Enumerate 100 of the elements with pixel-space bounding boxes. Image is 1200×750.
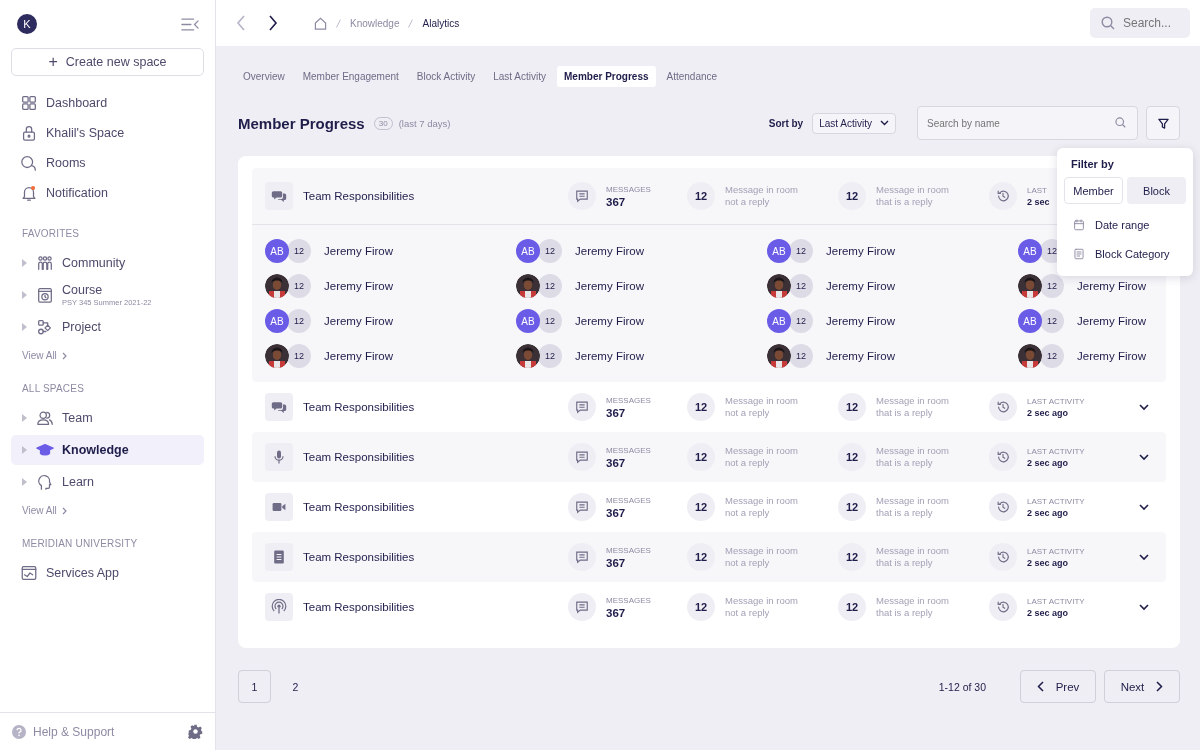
member-count: 12 bbox=[287, 274, 311, 298]
search-icon bbox=[1101, 16, 1115, 30]
space-item[interactable]: Services App bbox=[11, 558, 204, 588]
page-button[interactable]: 1 bbox=[238, 670, 271, 703]
breadcrumb-link[interactable]: Knowledge bbox=[350, 17, 400, 29]
nav-item[interactable]: Rooms bbox=[11, 148, 204, 178]
member-name: Jeremy Firow bbox=[575, 245, 644, 257]
stat-label: MESSAGES bbox=[606, 395, 651, 405]
create-space-button[interactable]: + Create new space bbox=[11, 48, 204, 76]
stat-value: 2 sec bbox=[1027, 196, 1050, 207]
chevron-right-icon bbox=[1156, 681, 1164, 692]
expand-chevron-icon[interactable] bbox=[1139, 603, 1149, 611]
expand-chevron-icon[interactable] bbox=[1139, 553, 1149, 561]
member-name: Jeremy Firow bbox=[826, 315, 895, 327]
microphone-icon bbox=[265, 443, 293, 471]
stat-count: 12 bbox=[838, 493, 866, 521]
stat-description: Message in room not a reply bbox=[725, 594, 798, 620]
member-avatar: AB bbox=[516, 239, 540, 263]
filter-option[interactable]: Date range bbox=[1064, 210, 1186, 239]
view-all-link[interactable]: View All bbox=[11, 505, 67, 516]
tab[interactable]: Attendance bbox=[659, 66, 725, 87]
member-name: Jeremy Firow bbox=[1077, 280, 1146, 292]
filter-toggle[interactable]: Member bbox=[1064, 177, 1123, 204]
member-name: Jeremy Firow bbox=[826, 245, 895, 257]
video-camera-icon bbox=[265, 493, 293, 521]
page-title: Member Progress bbox=[238, 114, 365, 132]
block-row[interactable]: Team Responsibilities MESSAGES 367 12 Message in room not a reply 12 Message in room that is a reply LAST ACTIVITY 2 sec ago bbox=[252, 582, 1166, 632]
sort-dropdown[interactable]: Last Activity bbox=[812, 112, 896, 134]
view-all-link[interactable]: View All bbox=[11, 350, 67, 361]
member-count: 12 bbox=[287, 344, 311, 368]
stat-count: 12 bbox=[838, 443, 866, 471]
prev-button[interactable]: Prev bbox=[1020, 670, 1096, 703]
stat-label: LAST ACTIVITY bbox=[1027, 496, 1085, 506]
section-heading: MERIDIAN UNIVERSITY bbox=[21, 538, 139, 549]
learn-icon bbox=[36, 473, 54, 491]
caret-icon bbox=[880, 120, 889, 126]
member-count: 12 bbox=[1040, 309, 1064, 333]
member-avatar: AB bbox=[767, 239, 791, 263]
expand-chevron-icon[interactable] bbox=[1139, 453, 1149, 461]
space-item[interactable]: Community bbox=[11, 248, 204, 278]
nav-item[interactable]: Khalil's Space bbox=[11, 118, 204, 148]
stat-value: 2 sec ago bbox=[1027, 507, 1070, 518]
page-range: 1-12 of 30 bbox=[938, 680, 986, 693]
nav-item[interactable]: Dashboard bbox=[11, 88, 204, 118]
collapse-menu-icon[interactable] bbox=[181, 16, 199, 32]
filter-button[interactable] bbox=[1146, 106, 1180, 140]
member-name: Jeremy Firow bbox=[324, 245, 393, 257]
services-icon bbox=[20, 564, 38, 582]
expand-chevron-icon[interactable] bbox=[1139, 503, 1149, 511]
member-count: 12 bbox=[287, 309, 311, 333]
space-item[interactable]: Learn bbox=[11, 467, 204, 497]
tab[interactable]: Member Engagement bbox=[295, 66, 406, 87]
block-row[interactable]: Team Responsibilities MESSAGES 367 12 Message in room not a reply 12 Message in room that is a reply LAST ACTIVITY 2 sec ago bbox=[252, 432, 1166, 482]
member-count: 12 bbox=[789, 309, 813, 333]
search-field[interactable]: Search... bbox=[1090, 8, 1190, 38]
stat-label: LAST bbox=[1027, 185, 1048, 195]
nav-item[interactable]: Notification bbox=[11, 178, 204, 208]
member-name: Jeremy Firow bbox=[575, 315, 644, 327]
member-count: 12 bbox=[538, 344, 562, 368]
chat-icon bbox=[265, 182, 293, 210]
member-name: Jeremy Firow bbox=[1077, 350, 1146, 362]
space-item[interactable]: Knowledge bbox=[11, 435, 204, 465]
history-icon bbox=[989, 393, 1017, 421]
stat-description: Message in room not a reply bbox=[725, 444, 798, 470]
filter-toggle[interactable]: Block bbox=[1127, 177, 1186, 204]
block-title: Team Responsibilities bbox=[303, 401, 415, 413]
name-search-field[interactable]: Search by name bbox=[917, 106, 1138, 140]
expand-chevron-icon[interactable] bbox=[1139, 403, 1149, 411]
knowledge-icon bbox=[36, 441, 54, 459]
space-item[interactable]: Team bbox=[11, 403, 204, 433]
space-item[interactable]: Project bbox=[11, 312, 204, 342]
lock-icon bbox=[20, 124, 38, 142]
course-icon bbox=[36, 286, 54, 304]
block-row[interactable]: Team Responsibilities MESSAGES 367 12 Message in room not a reply 12 Message in room that is a reply LAST ACTIVITY 2 sec ago bbox=[252, 482, 1166, 532]
stat-value: 2 sec ago bbox=[1027, 407, 1070, 418]
stat-label: MESSAGES bbox=[606, 545, 651, 555]
tab[interactable]: Overview bbox=[236, 66, 292, 87]
tab[interactable]: Member Progress bbox=[557, 66, 656, 87]
home-icon[interactable] bbox=[314, 16, 327, 30]
tab[interactable]: Block Activity bbox=[409, 66, 483, 87]
stat-label: MESSAGES bbox=[606, 184, 651, 194]
user-avatar[interactable]: K bbox=[17, 14, 37, 34]
block-row[interactable]: Team Responsibilities MESSAGES 367 12 Message in room not a reply 12 Message in room that is a reply LAST ACTIVITY 2 sec ago bbox=[252, 382, 1166, 432]
stat-value: 367 bbox=[606, 556, 627, 569]
broadcast-icon bbox=[265, 593, 293, 621]
filter-icon bbox=[1157, 117, 1169, 129]
next-button[interactable]: Next bbox=[1104, 670, 1180, 703]
member-count: 12 bbox=[789, 344, 813, 368]
stat-description: Message in room that is a reply bbox=[876, 544, 949, 570]
stat-description: Message in room that is a reply bbox=[876, 444, 949, 470]
member-count: 12 bbox=[538, 309, 562, 333]
stat-count: 12 bbox=[687, 182, 715, 210]
page-button[interactable]: 2 bbox=[279, 670, 312, 703]
period-label: (last 7 days) bbox=[398, 117, 451, 129]
filter-option[interactable]: Block Category bbox=[1064, 239, 1186, 268]
block-row[interactable]: Team Responsibilities MESSAGES 367 12 Message in room not a reply 12 Message in room that is a reply LAST ACTIVITY 2 sec ago bbox=[252, 532, 1166, 582]
stat-count: 12 bbox=[687, 443, 715, 471]
tab[interactable]: Last Activity bbox=[486, 66, 554, 87]
settings-icon[interactable] bbox=[188, 724, 203, 739]
breadcrumb-link[interactable]: Alalytics bbox=[422, 17, 460, 29]
